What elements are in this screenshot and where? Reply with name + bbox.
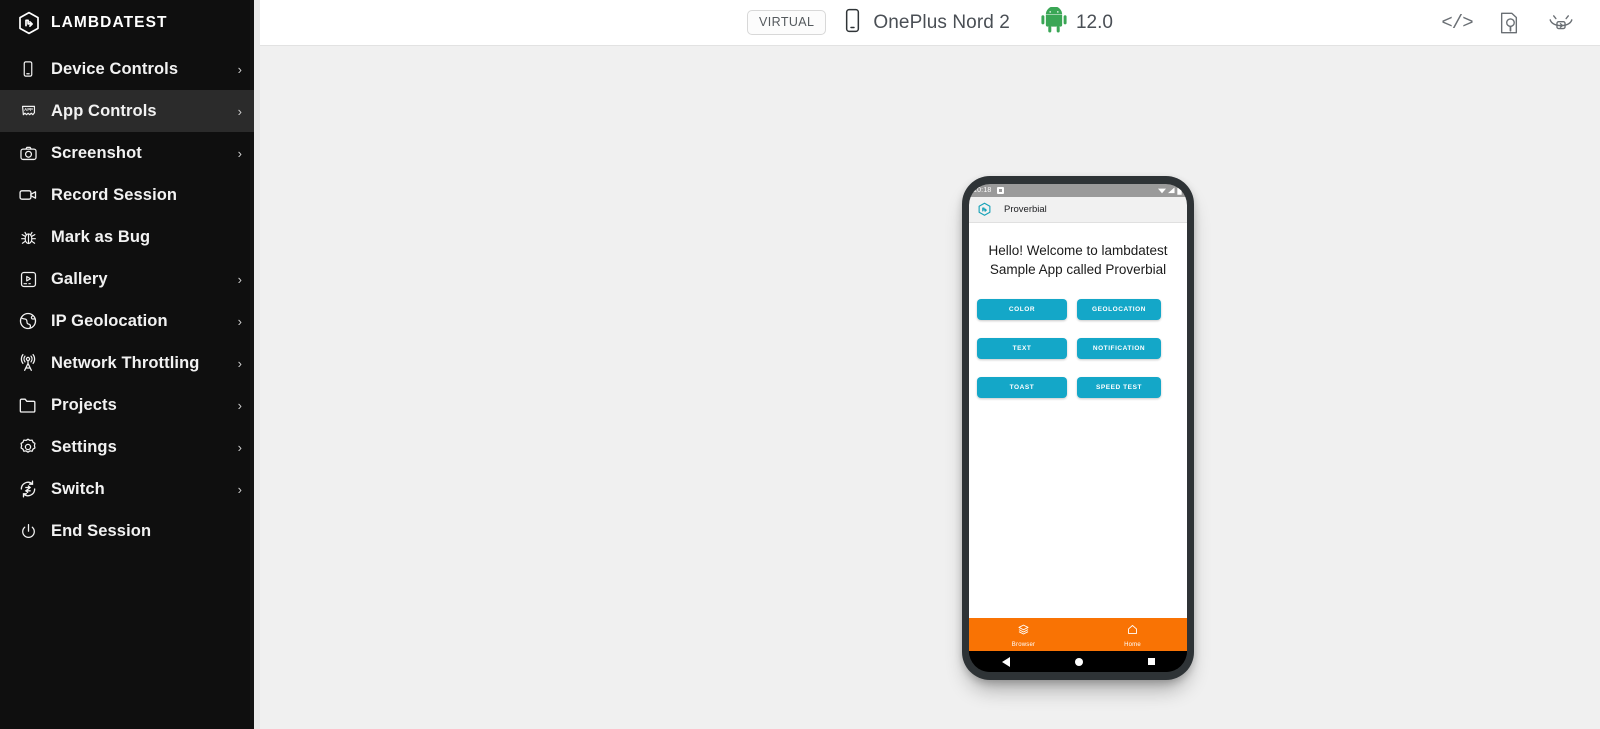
brand-wordmark: LAMBDATEST: [51, 14, 168, 31]
sidebar-item-settings[interactable]: Settings ›: [0, 426, 260, 468]
notification-icon: [996, 187, 1004, 194]
sidebar-item-record-session[interactable]: Record Session: [0, 174, 260, 216]
phone-icon: [17, 58, 39, 80]
gallery-icon: [17, 268, 39, 290]
lambdatest-logo-icon: [17, 11, 41, 35]
home-icon: [1127, 622, 1138, 640]
top-bar: VIRTUAL OnePlus Nord 2 12.0 </>: [260, 0, 1600, 46]
screenshot-inspect-icon[interactable]: [1496, 10, 1522, 36]
mobile-device-icon: [842, 8, 863, 38]
sidebar-item-end-session[interactable]: End Session: [0, 510, 260, 552]
sidebar-item-network-throttling[interactable]: Network Throttling ›: [0, 342, 260, 384]
text-button[interactable]: TEXT: [977, 338, 1067, 360]
bottom-nav-home[interactable]: Home: [1078, 618, 1187, 651]
battery-icon: [1177, 186, 1182, 195]
main-area: VIRTUAL OnePlus Nord 2 12.0 </> 10:18 Pr…: [260, 0, 1600, 729]
chevron-right-icon: ›: [237, 313, 242, 329]
session-device-info: VIRTUAL OnePlus Nord 2 12.0: [260, 6, 1600, 38]
status-badge: VIRTUAL: [747, 10, 827, 35]
sidebar-item-label: App Controls: [51, 101, 157, 120]
bottom-nav-label: Browser: [1011, 641, 1036, 648]
video-icon: [17, 184, 39, 206]
camera-icon: [17, 142, 39, 164]
top-bar-actions: </>: [1441, 10, 1600, 36]
android-recents-button[interactable]: [1147, 658, 1155, 665]
os-group: 12.0: [1040, 6, 1113, 38]
sidebar-item-projects[interactable]: Projects ›: [0, 384, 260, 426]
sidebar: LAMBDATEST Device Controls › APP App Con…: [0, 0, 260, 729]
signal-icon: [1168, 187, 1175, 194]
gear-icon: [17, 436, 39, 458]
sidebar-item-ip-geolocation[interactable]: IP Geolocation ›: [0, 300, 260, 342]
status-bar-indicators: [1158, 186, 1182, 195]
sidebar-item-label: Gallery: [51, 269, 108, 288]
bug-icon: [17, 226, 39, 248]
sidebar-item-label: End Session: [51, 521, 152, 540]
sidebar-item-label: Record Session: [51, 185, 178, 204]
sidebar-nav: Device Controls › APP App Controls › Scr…: [0, 48, 260, 552]
android-back-button[interactable]: [1001, 656, 1010, 667]
lambdatest-mark-icon: [977, 202, 992, 217]
device-screen[interactable]: 10:18 Proverbial Hello! Welcome to lambd…: [969, 184, 1187, 672]
app-root: LAMBDATEST Device Controls › APP App Con…: [0, 0, 1600, 729]
folder-icon: [17, 394, 39, 416]
app-toolbar: Proverbial: [969, 197, 1187, 223]
device-name: OnePlus Nord 2: [873, 11, 1010, 33]
toast-button[interactable]: TOAST: [977, 377, 1067, 399]
device-info-icon[interactable]: [1548, 10, 1574, 36]
sidebar-item-label: Settings: [51, 437, 117, 456]
power-icon: [17, 520, 39, 542]
sidebar-item-mark-as-bug[interactable]: Mark as Bug: [0, 216, 260, 258]
chevron-right-icon: ›: [237, 145, 242, 161]
switch-icon: [17, 478, 39, 500]
welcome-message: Hello! Welcome to lambdatest Sample App …: [988, 243, 1168, 278]
os-version: 12.0: [1075, 11, 1113, 33]
app-content: Hello! Welcome to lambdatest Sample App …: [969, 223, 1187, 618]
android-status-bar: 10:18: [969, 184, 1187, 197]
app-title: Proverbial: [1004, 204, 1047, 215]
sidebar-item-app-controls[interactable]: APP App Controls ›: [0, 90, 260, 132]
bottom-nav-browser[interactable]: Browser: [969, 618, 1078, 651]
sidebar-item-device-controls[interactable]: Device Controls ›: [0, 48, 260, 90]
device-group: OnePlus Nord 2: [842, 8, 1010, 38]
layers-icon: [1018, 622, 1029, 640]
sidebar-item-label: Mark as Bug: [51, 227, 151, 246]
code-inspector-icon[interactable]: </>: [1441, 10, 1473, 36]
sidebar-item-screenshot[interactable]: Screenshot ›: [0, 132, 260, 174]
chevron-right-icon: ›: [237, 481, 242, 497]
sidebar-item-switch[interactable]: Switch ›: [0, 468, 260, 510]
sidebar-item-label: Device Controls: [51, 59, 179, 78]
sidebar-item-gallery[interactable]: Gallery ›: [0, 258, 260, 300]
bottom-nav-label: Home: [1124, 641, 1141, 648]
chevron-right-icon: ›: [237, 439, 242, 455]
android-system-nav: [969, 651, 1187, 672]
device-stage: 10:18 Proverbial Hello! Welcome to lambd…: [260, 46, 1600, 729]
chevron-right-icon: ›: [237, 355, 242, 371]
chevron-right-icon: ›: [237, 61, 242, 77]
sidebar-item-label: Switch: [51, 479, 105, 498]
action-button-grid: COLOR GEOLOCATION TEXT NOTIFICATION TOAS…: [977, 299, 1179, 399]
sidebar-item-label: IP Geolocation: [51, 311, 168, 330]
chevron-right-icon: ›: [237, 103, 242, 119]
brand-header[interactable]: LAMBDATEST: [0, 0, 260, 46]
chevron-right-icon: ›: [237, 271, 242, 287]
geolocation-button[interactable]: GEOLOCATION: [1077, 299, 1161, 321]
globe-icon: [17, 310, 39, 332]
android-robot-icon: [1040, 6, 1068, 38]
android-home-button[interactable]: [1074, 657, 1083, 666]
svg-text:APP: APP: [24, 107, 33, 112]
speed-test-button[interactable]: SPEED TEST: [1077, 377, 1161, 399]
sidebar-item-label: Projects: [51, 395, 117, 414]
wifi-icon: [1158, 188, 1166, 194]
sidebar-item-label: Screenshot: [51, 143, 142, 162]
notification-button[interactable]: NOTIFICATION: [1077, 338, 1161, 360]
chevron-right-icon: ›: [237, 397, 242, 413]
app-bottom-nav: Browser Home: [969, 618, 1187, 651]
app-box-icon: APP: [17, 100, 39, 122]
status-bar-time: 10:18: [973, 187, 992, 194]
sidebar-item-label: Network Throttling: [51, 353, 200, 372]
antenna-icon: [17, 352, 39, 374]
color-button[interactable]: COLOR: [977, 299, 1067, 321]
device-frame: 10:18 Proverbial Hello! Welcome to lambd…: [962, 176, 1194, 680]
